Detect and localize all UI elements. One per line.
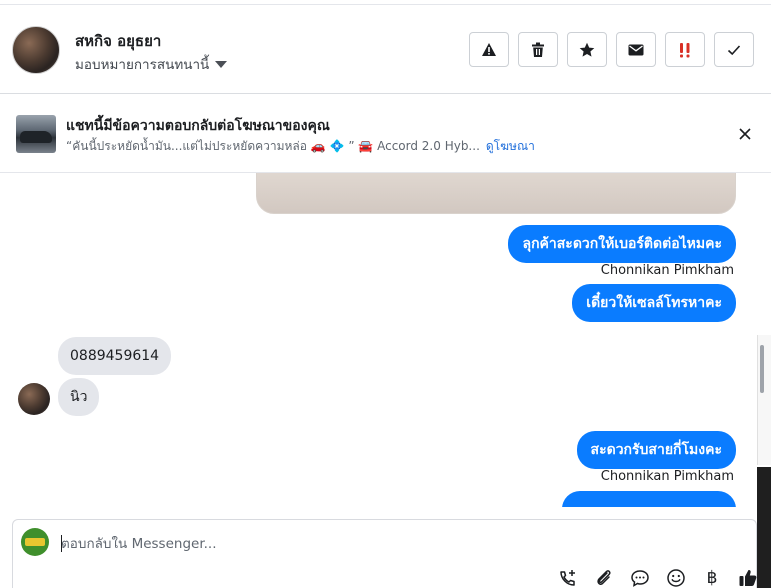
ad-thumbnail [16,115,56,153]
inbox-conversation: สหกิจ อยุธยา มอบหมายการสนทนานี้ แชทนี้มี… [0,0,771,588]
contact-avatar-small [18,383,50,415]
attach-button[interactable] [593,567,615,588]
message-bubble-outgoing-partial[interactable] [562,491,736,507]
text-cursor [61,535,62,552]
attachment-icon [597,570,611,585]
message-bubble-outgoing[interactable]: สะดวกรับสายกี่โมงคะ [576,431,736,469]
conversation-header: สหกิจ อยุธยา มอบหมายการสนทนานี้ [0,4,771,94]
side-panel-dark [757,467,771,588]
star-icon [579,42,595,57]
contact-name[interactable]: สหกิจ อยุธยา [75,29,161,53]
image-message[interactable] [256,173,736,214]
close-banner-button[interactable] [736,125,754,143]
saved-replies-button[interactable] [629,567,651,588]
star-button[interactable] [567,32,607,67]
call-add-icon [560,570,575,586]
composer-toolbar: ฿ [557,567,759,588]
scrollbar-thumb[interactable] [760,345,764,393]
sender-name: Chonnikan Pimkham [600,469,734,484]
view-ad-link[interactable]: ดูโฆษณา [486,139,535,153]
sender-name: Chonnikan Pimkham [600,263,734,278]
emoji-icon [667,569,685,587]
close-icon [739,128,751,140]
delete-button[interactable] [518,32,558,67]
header-actions [469,32,754,67]
reply-input[interactable] [61,534,661,554]
check-icon [727,44,741,55]
message-bubble-incoming[interactable]: 0889459614 [58,337,172,375]
page-avatar [21,528,49,556]
important-icon [680,42,690,57]
like-button[interactable] [737,567,759,588]
message-bubble-incoming[interactable]: นิว [58,378,100,416]
emoji-button[interactable] [665,567,687,588]
ad-snippet: “คันนี้ประหยัดน้ำมัน...แต่ไม่ประหยัดความ… [66,139,480,153]
assign-conversation-dropdown[interactable]: มอบหมายการสนทนานี้ [75,53,228,75]
reply-composer: ฿ [12,519,757,588]
message-bubble-outgoing[interactable]: เดี๋ยวให้เซลล์โทรหาคะ [572,284,736,322]
report-button[interactable] [469,32,509,67]
mail-icon [628,44,644,55]
trash-icon [532,42,544,57]
ad-reply-banner: แชทนี้มีข้อความตอบกลับต่อโฆษณาของคุณ “คั… [0,95,771,173]
payment-button[interactable]: ฿ [701,567,723,588]
contact-avatar[interactable] [12,26,60,74]
like-icon [739,569,757,586]
ad-banner-subtitle: “คันนี้ประหยัดน้ำมัน...แต่ไม่ประหยัดความ… [66,137,535,156]
message-thread[interactable]: ลุกค้าสะดวกให้เบอร์ติดต่อไหมคะ Chonnikan… [0,173,757,507]
baht-icon: ฿ [706,568,718,588]
mark-important-button[interactable] [665,32,705,67]
mark-done-button[interactable] [714,32,754,67]
message-bubble-outgoing[interactable]: ลุกค้าสะดวกให้เบอร์ติดต่อไหมคะ [508,225,736,263]
call-button[interactable] [557,567,579,588]
report-icon [482,43,496,56]
ad-banner-title: แชทนี้มีข้อความตอบกลับต่อโฆษณาของคุณ [66,118,330,134]
saved-reply-icon [631,570,649,587]
assign-label: มอบหมายการสนทนานี้ [75,57,210,73]
mark-unread-button[interactable] [616,32,656,67]
caret-down-icon [215,60,228,68]
